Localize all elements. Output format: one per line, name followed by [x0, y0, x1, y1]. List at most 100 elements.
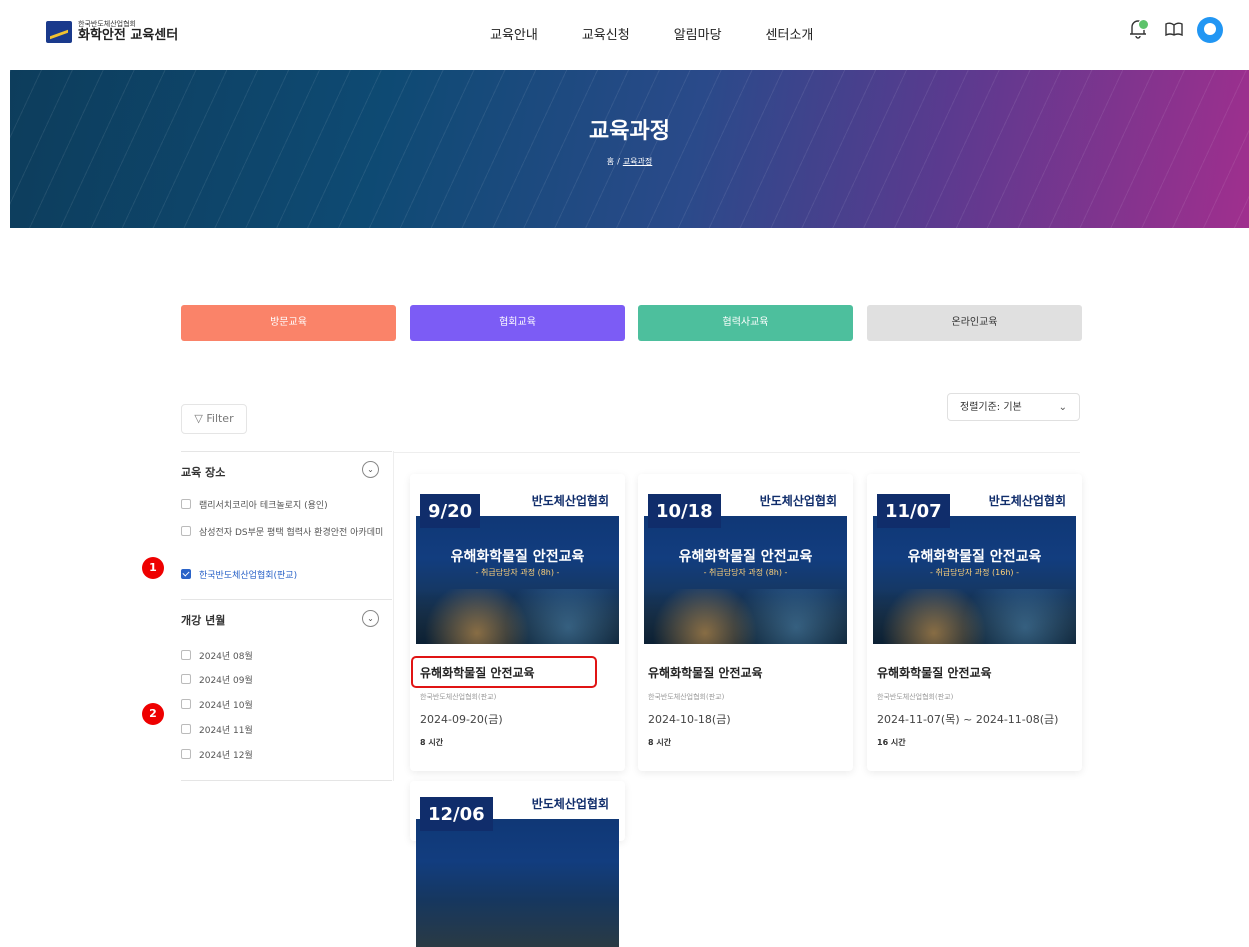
- user-avatar-icon[interactable]: [1197, 17, 1223, 43]
- option-label: 한국반도체산업협회(판교): [199, 571, 298, 581]
- thumb-org: 반도체산업협회: [988, 494, 1066, 508]
- category-partner-button[interactable]: 협력사교육: [638, 305, 853, 341]
- course-date: 2024-10-18(금): [648, 713, 731, 726]
- filter-label: Filter: [206, 412, 234, 425]
- page-title: 교육과정: [589, 119, 670, 144]
- thumb-date: 12/06: [420, 797, 493, 831]
- month-option[interactable]: 2024년 10월: [181, 698, 253, 711]
- thumb-subtitle: - 취급담당자 과정 (8h) -: [703, 568, 788, 577]
- location-collapse-toggle[interactable]: ⌄: [362, 461, 379, 478]
- option-label: 램리서치코리아 테크놀로지 (용인): [199, 501, 328, 511]
- course-place: 한국반도체산업협회(판교): [420, 693, 497, 701]
- nav-item-notices[interactable]: 알림마당: [674, 24, 722, 43]
- month-option[interactable]: 2024년 12월: [181, 748, 253, 761]
- step-badge-1: 1: [142, 557, 164, 579]
- thumb-title: 유해화학물질 안전교육: [450, 549, 585, 565]
- top-header: 한국반도체산업협회 화학안전 교육센터 교육안내 교육신청 알림마당 센터소개: [0, 0, 1249, 70]
- course-hours: 8 시간: [420, 738, 444, 747]
- chevron-down-icon: ⌄: [1058, 402, 1067, 413]
- notification-bell-icon[interactable]: [1129, 19, 1149, 41]
- course-place: 한국반도체산업협회(판교): [648, 693, 725, 701]
- course-title[interactable]: 유해화학물질 안전교육: [877, 664, 992, 681]
- page-banner: 교육과정 홈 / 교육과정: [10, 70, 1249, 228]
- course-card[interactable]: 10/18 반도체산업협회 유해화학물질 안전교육 - 취급담당자 과정 (8h…: [638, 474, 853, 771]
- location-section-title: 교육 장소: [181, 466, 226, 479]
- thumb-org: 반도체산업협회: [759, 494, 837, 508]
- thumb-date: 11/07: [877, 494, 950, 528]
- checkbox-checked[interactable]: [181, 569, 191, 579]
- main-nav: 교육안내 교육신청 알림마당 센터소개: [490, 24, 857, 43]
- thumb-org: 반도체산업협회: [531, 797, 609, 811]
- breadcrumb-current[interactable]: 교육과정: [623, 157, 652, 166]
- highlight-box: [411, 656, 597, 688]
- course-card[interactable]: 12/06 반도체산업협회: [410, 781, 625, 947]
- breadcrumb: 홈 / 교육과정: [606, 157, 653, 166]
- location-option[interactable]: 삼성전자 DS부문 평택 협력사 환경안전 아카데미: [181, 525, 389, 541]
- sidebar-divider: [181, 780, 392, 781]
- breadcrumb-home[interactable]: 홈: [607, 157, 614, 166]
- category-visit-button[interactable]: 방문교육: [181, 305, 396, 341]
- location-option-selected[interactable]: 한국반도체산업협회(판교): [181, 568, 297, 581]
- course-thumbnail[interactable]: 12/06 반도체산업협회: [416, 791, 619, 947]
- site-logo[interactable]: 한국반도체산업협회 화학안전 교육센터: [46, 20, 178, 44]
- step-badge-2: 2: [142, 703, 164, 725]
- category-online-button[interactable]: 온라인교육: [867, 305, 1082, 341]
- logo-org-name: 한국반도체산업협회: [78, 20, 136, 28]
- logo-site-name: 화학안전 교육센터: [78, 28, 179, 43]
- course-date: 2024-09-20(금): [420, 713, 503, 726]
- option-label: 2024년 11월: [199, 726, 253, 736]
- sort-select[interactable]: 정렬기준: 기본 ⌄: [947, 393, 1080, 421]
- sort-label: 정렬기준: 기본: [960, 402, 1022, 413]
- course-card[interactable]: 9/20 반도체산업협회 유해화학물질 안전교육 - 취급담당자 과정 (8h)…: [410, 474, 625, 771]
- logo-mark-icon: [46, 21, 72, 43]
- category-association-button[interactable]: 협회교육: [410, 305, 625, 341]
- month-option[interactable]: 2024년 11월: [181, 723, 253, 736]
- month-option[interactable]: 2024년 09월: [181, 673, 253, 686]
- header-icons: [1129, 17, 1223, 43]
- filter-icon: ▽: [194, 412, 203, 425]
- month-option[interactable]: 2024년 08월: [181, 649, 253, 662]
- course-thumbnail[interactable]: 10/18 반도체산업협회 유해화학물질 안전교육 - 취급담당자 과정 (8h…: [644, 488, 847, 644]
- notification-dot: [1138, 19, 1149, 30]
- option-label: 삼성전자 DS부문 평택 협력사 환경안전 아카데미: [199, 528, 384, 538]
- nav-item-center-intro[interactable]: 센터소개: [766, 24, 814, 43]
- course-date: 2024-11-07(목) ~ 2024-11-08(금): [877, 713, 1059, 726]
- checkbox[interactable]: [181, 674, 191, 684]
- content-divider: [393, 451, 394, 781]
- book-icon[interactable]: [1165, 21, 1183, 40]
- thumb-date: 9/20: [420, 494, 481, 528]
- checkbox[interactable]: [181, 526, 191, 536]
- month-section-title: 개강 년월: [181, 614, 226, 627]
- checkbox[interactable]: [181, 699, 191, 709]
- checkbox[interactable]: [181, 749, 191, 759]
- thumb-subtitle: - 취급담당자 과정 (16h) -: [930, 568, 1019, 577]
- course-card[interactable]: 11/07 반도체산업협회 유해화학물질 안전교육 - 취급담당자 과정 (16…: [867, 474, 1082, 771]
- course-title[interactable]: 유해화학물질 안전교육: [648, 664, 763, 681]
- thumb-subtitle: - 취급담당자 과정 (8h) -: [475, 568, 560, 577]
- course-thumbnail[interactable]: 9/20 반도체산업협회 유해화학물질 안전교육 - 취급담당자 과정 (8h)…: [416, 488, 619, 644]
- thumb-title: 유해화학물질 안전교육: [678, 549, 813, 565]
- course-hours: 8 시간: [648, 738, 672, 747]
- content-divider: [393, 452, 1080, 453]
- checkbox[interactable]: [181, 499, 191, 509]
- checkbox[interactable]: [181, 650, 191, 660]
- filter-button[interactable]: ▽ Filter: [181, 404, 247, 434]
- thumb-title: 유해화학물질 안전교육: [907, 549, 1042, 565]
- nav-item-education-info[interactable]: 교육안내: [490, 24, 538, 43]
- sidebar-divider: [181, 599, 392, 600]
- option-label: 2024년 12월: [199, 751, 253, 761]
- option-label: 2024년 08월: [199, 652, 253, 662]
- nav-item-application[interactable]: 교육신청: [582, 24, 630, 43]
- checkbox[interactable]: [181, 724, 191, 734]
- thumb-date: 10/18: [648, 494, 721, 528]
- location-option[interactable]: 램리서치코리아 테크놀로지 (용인): [181, 498, 328, 511]
- sidebar-divider: [181, 451, 392, 452]
- month-collapse-toggle[interactable]: ⌄: [362, 610, 379, 627]
- course-hours: 16 시간: [877, 738, 906, 747]
- option-label: 2024년 10월: [199, 701, 253, 711]
- course-thumbnail[interactable]: 11/07 반도체산업협회 유해화학물질 안전교육 - 취급담당자 과정 (16…: [873, 488, 1076, 644]
- course-place: 한국반도체산업협회(판교): [877, 693, 954, 701]
- banner-pattern: [10, 70, 1249, 228]
- thumb-org: 반도체산업협회: [531, 494, 609, 508]
- option-label: 2024년 09월: [199, 676, 253, 686]
